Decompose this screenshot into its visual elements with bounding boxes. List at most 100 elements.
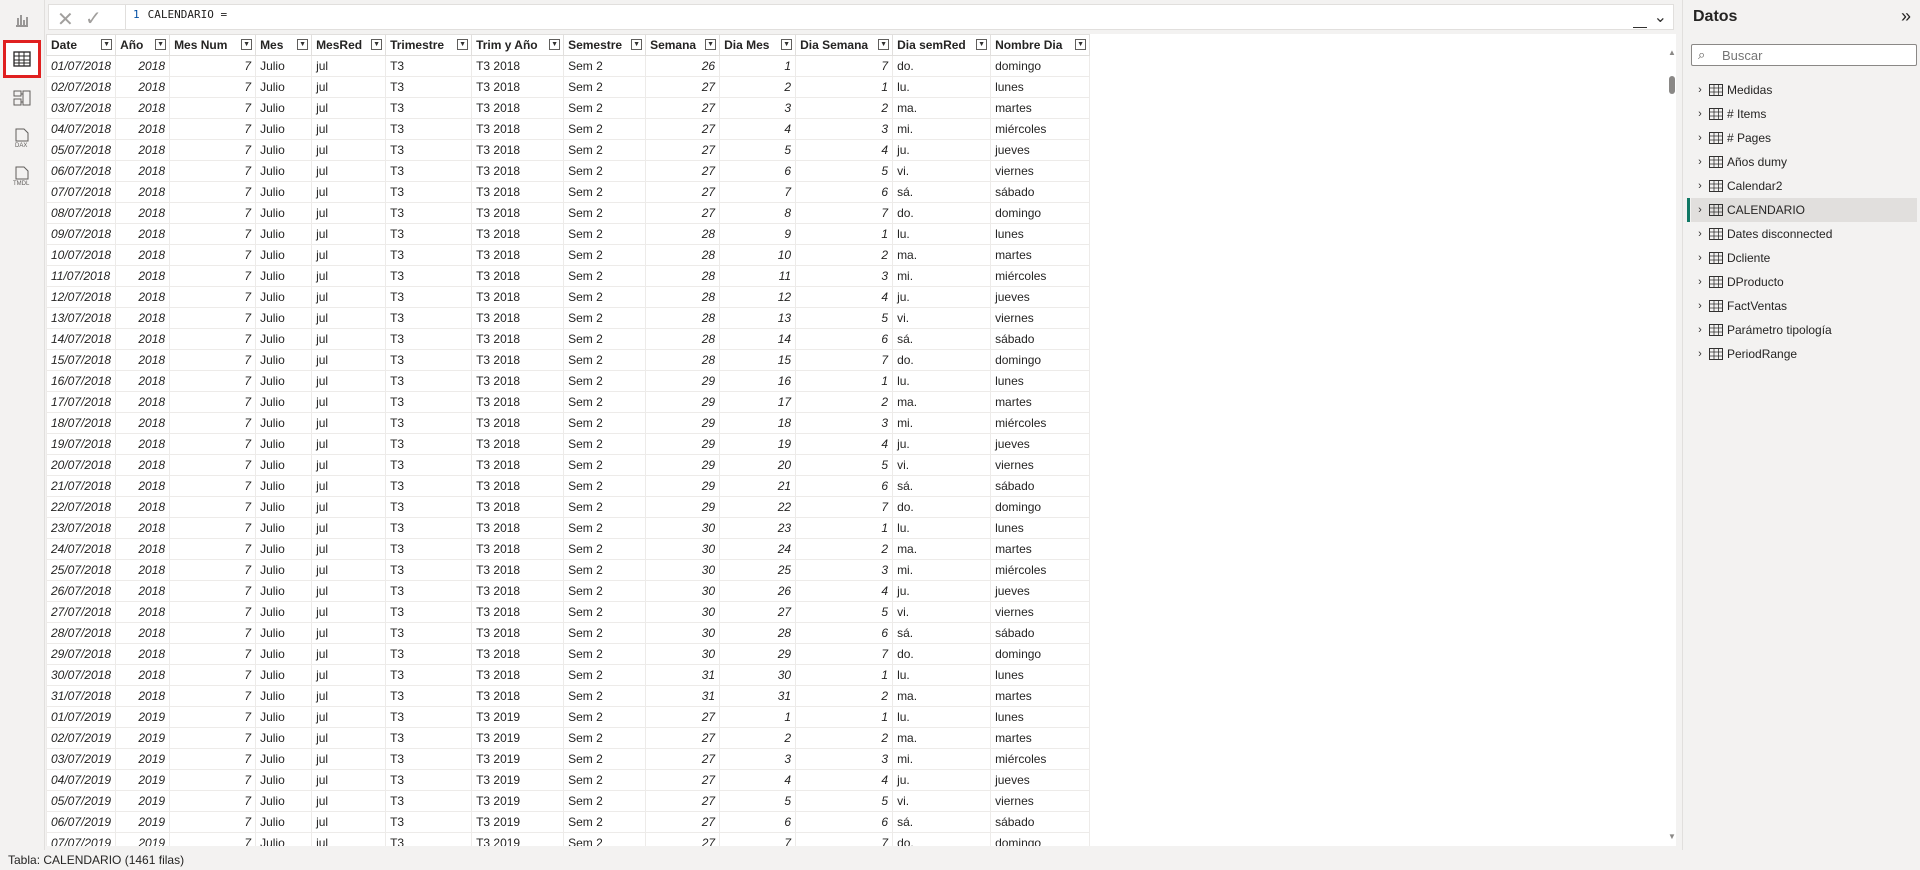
table-cell[interactable]: 09/07/2018 <box>46 223 117 245</box>
table-cell[interactable]: T3 <box>385 97 473 119</box>
table-cell[interactable]: T3 2019 <box>471 790 565 812</box>
table-cell[interactable]: jul <box>311 538 387 560</box>
table-cell[interactable]: Sem 2 <box>563 202 647 224</box>
table-cell[interactable]: 3 <box>795 118 894 140</box>
table-cell[interactable]: 1 <box>795 370 894 392</box>
column-header[interactable]: Mes ▼ <box>255 34 313 56</box>
filter-dropdown-icon[interactable]: ▼ <box>705 39 717 50</box>
table-cell[interactable]: 2018 <box>115 517 171 539</box>
table-cell[interactable]: 12/07/2018 <box>46 286 117 308</box>
table-cell[interactable]: jueves <box>990 286 1091 308</box>
table-cell[interactable]: martes <box>990 244 1091 266</box>
table-cell[interactable]: T3 2018 <box>471 685 565 707</box>
table-cell[interactable]: T3 2018 <box>471 349 565 371</box>
filter-dropdown-icon[interactable]: ▼ <box>155 39 167 50</box>
table-cell[interactable]: Julio <box>255 349 313 371</box>
table-cell[interactable]: Sem 2 <box>563 643 647 665</box>
filter-dropdown-icon[interactable]: ▼ <box>371 39 383 50</box>
table-cell[interactable]: 7 <box>169 790 257 812</box>
table-cell[interactable]: Sem 2 <box>563 475 647 497</box>
table-cell[interactable]: 7 <box>169 76 257 98</box>
table-cell[interactable]: 29 <box>645 475 721 497</box>
table-cell[interactable]: 2018 <box>115 412 171 434</box>
table-cell[interactable]: 20 <box>719 454 797 476</box>
table-cell[interactable]: jul <box>311 76 387 98</box>
table-cell[interactable]: 3 <box>719 97 797 119</box>
table-cell[interactable]: 27 <box>645 160 721 182</box>
table-cell[interactable]: Julio <box>255 496 313 518</box>
table-cell[interactable]: 7 <box>169 727 257 749</box>
table-cell[interactable]: lu. <box>892 664 992 686</box>
vertical-scrollbar[interactable]: ▲ ▼ <box>1668 48 1676 841</box>
table-cell[interactable]: 8 <box>719 202 797 224</box>
table-cell[interactable]: 3 <box>795 559 894 581</box>
table-cell[interactable]: jul <box>311 622 387 644</box>
table-cell[interactable]: T3 <box>385 475 473 497</box>
table-cell[interactable]: 15 <box>719 349 797 371</box>
table-cell[interactable]: 3 <box>795 412 894 434</box>
table-cell[interactable]: 13/07/2018 <box>46 307 117 329</box>
table-cell[interactable]: Julio <box>255 538 313 560</box>
table-cell[interactable]: 06/07/2018 <box>46 160 117 182</box>
table-cell[interactable]: 7 <box>795 496 894 518</box>
table-cell[interactable]: T3 <box>385 454 473 476</box>
table-cell[interactable]: 4 <box>795 580 894 602</box>
table-cell[interactable]: 2018 <box>115 580 171 602</box>
table-cell[interactable]: 30 <box>645 517 721 539</box>
table-cell[interactable]: vi. <box>892 790 992 812</box>
table-cell[interactable]: jul <box>311 160 387 182</box>
table-cell[interactable]: jul <box>311 559 387 581</box>
table-cell[interactable]: do. <box>892 349 992 371</box>
table-cell[interactable]: 2018 <box>115 160 171 182</box>
table-cell[interactable]: Julio <box>255 664 313 686</box>
table-cell[interactable]: Sem 2 <box>563 727 647 749</box>
table-cell[interactable]: 7 <box>795 349 894 371</box>
table-cell[interactable]: ma. <box>892 244 992 266</box>
table-cell[interactable]: jul <box>311 370 387 392</box>
table-cell[interactable]: 29 <box>645 454 721 476</box>
table-cell[interactable]: 23 <box>719 517 797 539</box>
table-cell[interactable]: 17 <box>719 391 797 413</box>
table-cell[interactable]: 26/07/2018 <box>46 580 117 602</box>
table-cell[interactable]: Sem 2 <box>563 664 647 686</box>
table-cell[interactable]: 24/07/2018 <box>46 538 117 560</box>
table-cell[interactable]: 03/07/2019 <box>46 748 117 770</box>
table-cell[interactable]: 07/07/2019 <box>46 832 117 846</box>
chevron-right-icon[interactable]: › <box>1691 348 1709 360</box>
table-cell[interactable]: Sem 2 <box>563 307 647 329</box>
table-cell[interactable]: 7 <box>169 181 257 203</box>
table-cell[interactable]: 4 <box>795 286 894 308</box>
table-cell[interactable]: 27 <box>719 601 797 623</box>
table-cell[interactable]: 7 <box>169 832 257 846</box>
table-cell[interactable]: Julio <box>255 748 313 770</box>
table-cell[interactable]: 7 <box>169 601 257 623</box>
table-cell[interactable]: 22 <box>719 496 797 518</box>
table-cell[interactable]: 5 <box>795 160 894 182</box>
table-cell[interactable]: 19/07/2018 <box>46 433 117 455</box>
table-cell[interactable]: 2018 <box>115 559 171 581</box>
table-cell[interactable]: do. <box>892 643 992 665</box>
table-cell[interactable]: 23/07/2018 <box>46 517 117 539</box>
chevron-right-icon[interactable]: › <box>1691 180 1709 192</box>
table-cell[interactable]: 05/07/2019 <box>46 790 117 812</box>
table-cell[interactable]: jul <box>311 727 387 749</box>
table-cell[interactable]: T3 <box>385 790 473 812</box>
table-cell[interactable]: 27 <box>645 76 721 98</box>
table-cell[interactable]: 2018 <box>115 223 171 245</box>
table-cell[interactable]: miércoles <box>990 412 1091 434</box>
table-cell[interactable]: Julio <box>255 790 313 812</box>
table-cell[interactable]: 5 <box>795 601 894 623</box>
table-cell[interactable]: martes <box>990 727 1091 749</box>
table-cell[interactable]: do. <box>892 496 992 518</box>
table-cell[interactable]: jul <box>311 55 387 77</box>
table-cell[interactable]: lunes <box>990 223 1091 245</box>
table-cell[interactable]: jul <box>311 244 387 266</box>
table-cell[interactable]: T3 <box>385 580 473 602</box>
table-cell[interactable]: 27 <box>645 139 721 161</box>
table-cell[interactable]: T3 <box>385 265 473 287</box>
table-cell[interactable]: 5 <box>795 790 894 812</box>
table-cell[interactable]: Julio <box>255 643 313 665</box>
table-cell[interactable]: 07/07/2018 <box>46 181 117 203</box>
table-cell[interactable]: 2 <box>795 97 894 119</box>
table-cell[interactable]: T3 <box>385 727 473 749</box>
